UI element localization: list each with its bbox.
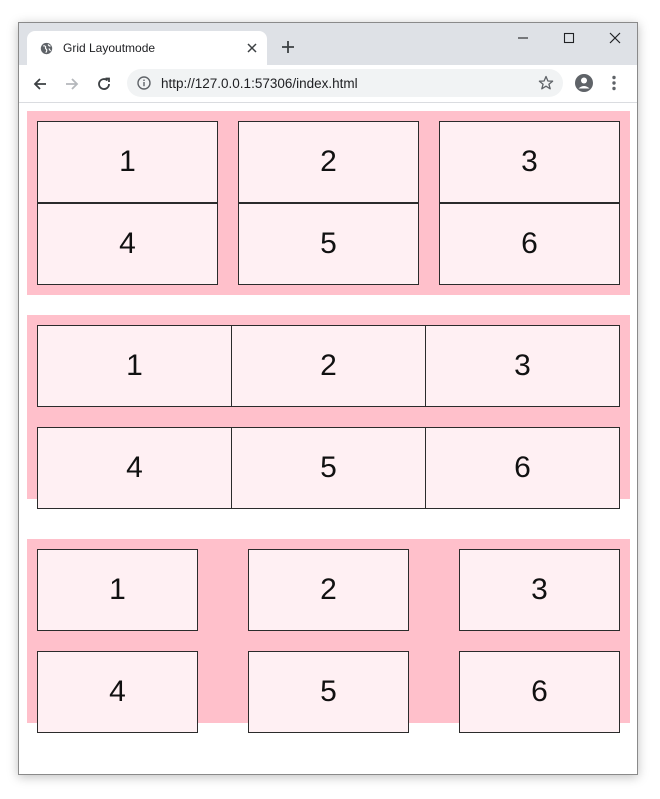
grid-item: 4 (37, 427, 232, 509)
close-icon[interactable] (246, 42, 258, 54)
reload-icon[interactable] (96, 76, 112, 92)
info-icon[interactable] (137, 76, 151, 90)
grid-item: 2 (248, 549, 409, 631)
grid-item: 2 (231, 325, 426, 407)
grid-item: 1 (37, 121, 218, 203)
grid-item: 6 (439, 203, 620, 285)
grid-item: 5 (231, 427, 426, 509)
page-viewport: 1 2 3 4 5 6 1 2 3 4 5 6 1 2 3 4 5 6 (19, 103, 637, 774)
browser-toolbar: http://127.0.0.1:57306/index.html (19, 65, 637, 103)
grid-item: 3 (459, 549, 620, 631)
browser-tab[interactable]: Grid Layoutmode (27, 31, 267, 65)
window-close-icon[interactable] (608, 31, 622, 45)
globe-icon (40, 42, 53, 55)
grid-container-2: 1 2 3 4 5 6 (27, 315, 630, 509)
minimize-icon[interactable] (516, 31, 530, 45)
kebab-menu-icon[interactable] (612, 75, 616, 91)
profile-avatar-icon[interactable] (574, 73, 594, 93)
grid-item: 3 (425, 325, 620, 407)
grid-container-1: 1 2 3 4 5 6 (27, 111, 630, 295)
maximize-icon[interactable] (562, 31, 576, 45)
grid-item: 4 (37, 203, 218, 285)
grid-item: 3 (439, 121, 620, 203)
tab-title: Grid Layoutmode (63, 41, 156, 55)
grid-item: 5 (238, 203, 419, 285)
title-bar: Grid Layoutmode (19, 23, 637, 65)
address-bar[interactable]: http://127.0.0.1:57306/index.html (127, 69, 563, 97)
grid-container-3: 1 2 3 4 5 6 (27, 539, 630, 733)
bookmark-star-icon[interactable] (538, 75, 554, 91)
grid-item: 5 (248, 651, 409, 733)
grid-item: 6 (425, 427, 620, 509)
grid-item: 4 (37, 651, 198, 733)
grid-item: 1 (37, 325, 232, 407)
new-tab-icon[interactable] (281, 40, 295, 54)
forward-arrow-icon[interactable] (64, 76, 80, 92)
grid-item: 2 (238, 121, 419, 203)
browser-window: Grid Layoutmode http://127.0.0.1:57306/i… (18, 22, 638, 775)
grid-item: 6 (459, 651, 620, 733)
grid-item: 1 (37, 549, 198, 631)
back-arrow-icon[interactable] (32, 76, 48, 92)
url-text[interactable]: http://127.0.0.1:57306/index.html (161, 76, 358, 91)
